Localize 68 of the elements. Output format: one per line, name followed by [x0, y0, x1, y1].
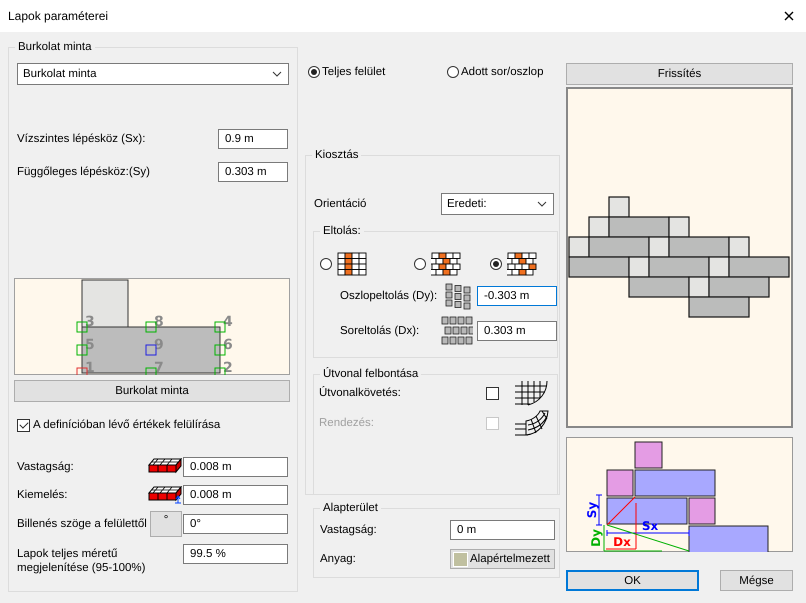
anchor-number: 3	[85, 314, 95, 330]
brick-offset-icon	[337, 252, 367, 276]
radio-button[interactable]	[308, 66, 320, 78]
chevron-down-icon	[272, 71, 282, 77]
input-field[interactable]: -0.303 m	[477, 286, 557, 306]
column-offset-icon	[445, 282, 473, 310]
input-field[interactable]: 0.303 m	[477, 321, 557, 341]
close-icon[interactable]	[784, 11, 794, 21]
radio-button[interactable]	[447, 66, 459, 78]
anchor-handle[interactable]	[214, 344, 226, 356]
field-label: Vastagság:	[17, 461, 75, 473]
field-label: Kiemelés:	[17, 489, 68, 501]
checkbox[interactable]	[486, 386, 499, 400]
anchor-handle[interactable]	[214, 368, 226, 375]
field-label: Függőleges lépésköz:(Sy)	[17, 166, 151, 178]
group-title: Alapterület	[320, 501, 381, 515]
radio-button[interactable]	[490, 258, 502, 270]
radio-button[interactable]	[414, 258, 426, 270]
tilt-button[interactable]: °	[150, 511, 182, 537]
brick-offset-icon	[507, 252, 537, 276]
curved-grid-icon	[514, 410, 549, 436]
input-field[interactable]: 0.9 m	[218, 129, 288, 149]
field-label: Vastagság:	[320, 524, 378, 536]
field-label: Vízszintes lépésköz (Sx):	[17, 133, 146, 145]
window-title: Lapok paraméterei	[8, 9, 108, 23]
radio-label[interactable]: Teljes felület	[322, 66, 386, 78]
dialog-button[interactable]: Mégse	[720, 570, 793, 591]
pattern-dropdown[interactable]: Burkolat minta	[17, 63, 289, 85]
field-label: Rendezés:	[319, 417, 375, 429]
input-field[interactable]: 0.008 m	[183, 485, 288, 505]
radio-label[interactable]: Adott sor/oszlop	[461, 66, 544, 78]
input-field[interactable]: 0 m	[450, 520, 555, 540]
dimension-label: Dy	[589, 529, 603, 547]
dimension-label: Dx	[613, 535, 631, 549]
field-label: Oszlopeltolás (Dy):	[340, 290, 438, 302]
field-label: Billenés szöge a felülettől	[17, 518, 148, 530]
input-field[interactable]: 99.5 %	[183, 544, 288, 564]
anchor-handle[interactable]	[146, 344, 156, 356]
anchor-handle[interactable]	[146, 368, 156, 375]
brick-offset-icon	[431, 252, 461, 276]
raised-slab-icon	[148, 486, 182, 504]
radio-button[interactable]	[320, 258, 332, 270]
orientation-dropdown[interactable]: Eredeti:	[441, 193, 554, 215]
field-label: Orientáció	[314, 198, 368, 210]
checkbox[interactable]	[17, 418, 30, 432]
anchor-handle[interactable]	[76, 368, 88, 375]
dialog-button[interactable]: OK	[566, 570, 699, 591]
material-button[interactable]: Alapértelmezett	[450, 549, 555, 569]
slab-icon	[148, 458, 182, 476]
grid-curve-icon	[514, 380, 549, 406]
field-label: Lapok teljes méretű megjelenítése (95-100%)	[17, 547, 146, 575]
pattern-button[interactable]: Burkolat minta	[14, 380, 290, 402]
anchor-handle[interactable]	[76, 322, 88, 332]
field-label: Anyag:	[320, 553, 357, 565]
field-label: Soreltolás (Dx):	[340, 325, 420, 337]
input-field[interactable]: 0.303 m	[218, 162, 288, 182]
input-field[interactable]: 0.008 m	[183, 457, 288, 477]
chevron-down-icon	[537, 201, 547, 207]
dimension-label: Sy	[585, 502, 599, 518]
field-label: Útvonalkövetés:	[319, 387, 402, 399]
anchor-handle[interactable]	[146, 322, 156, 332]
input-field[interactable]: 0°	[183, 514, 288, 534]
anchor-handle[interactable]	[76, 344, 88, 356]
refresh-button[interactable]: Frissítés	[566, 63, 793, 85]
checkbox-label[interactable]: A definícióban lévő értékek felülírása	[33, 419, 220, 431]
row-offset-icon	[441, 316, 473, 346]
anchor-handle[interactable]	[214, 322, 226, 332]
square-tile	[82, 280, 128, 328]
